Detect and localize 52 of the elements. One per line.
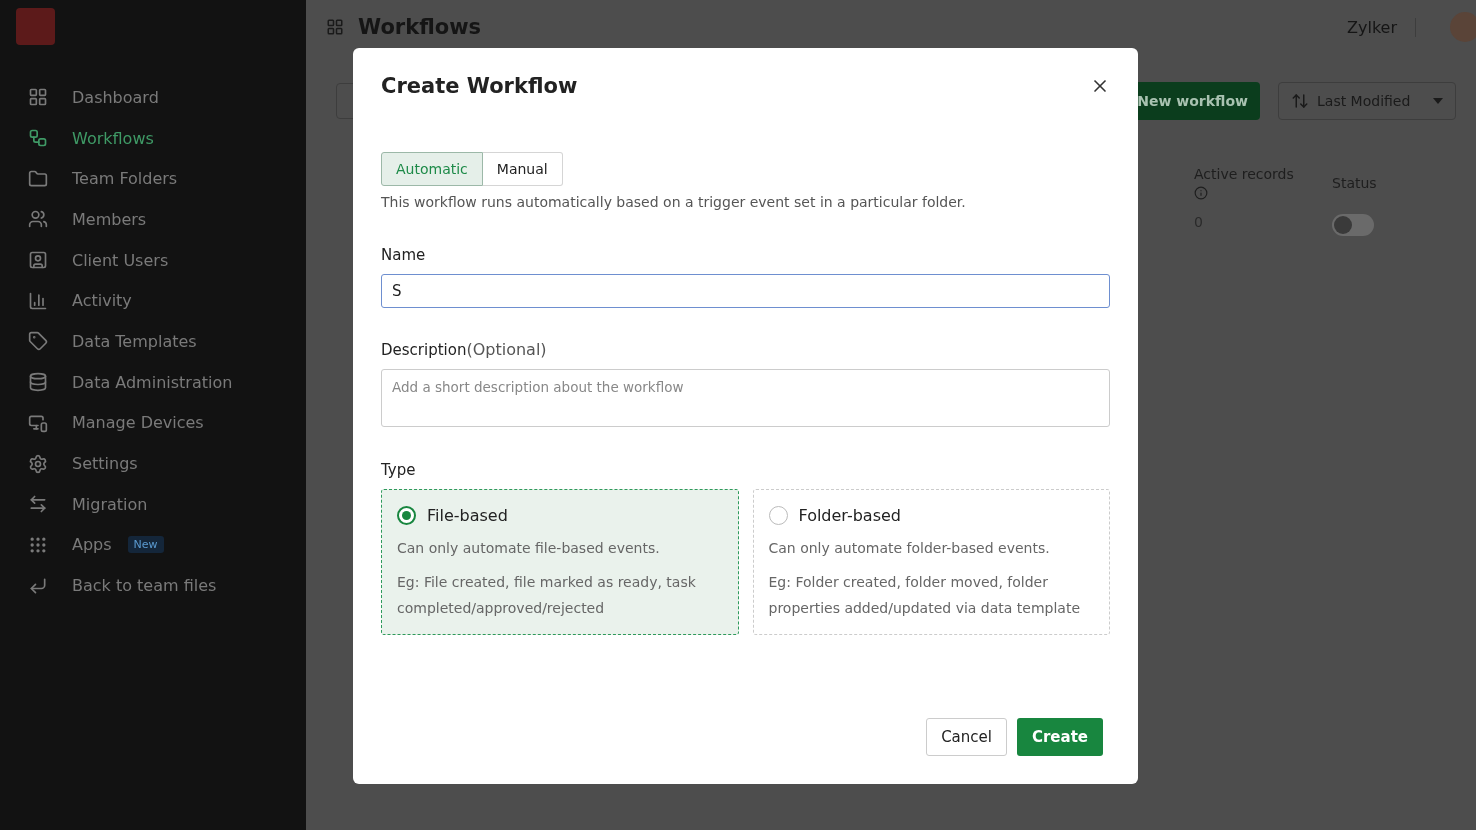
mode-tab[interactable]: Automatic	[381, 152, 483, 186]
sidebar-item[interactable]: Workflows	[16, 117, 306, 159]
dialog-title: Create Workflow	[381, 74, 578, 98]
sidebar-item[interactable]: Dashboard	[16, 77, 306, 118]
folder-icon	[28, 168, 48, 189]
create-button[interactable]: Create	[1016, 718, 1103, 756]
type-option-card[interactable]: Folder-based Can only automate folder-based events. Eg: Folder created, folder moved, folder properties added/updated via data template	[752, 489, 1110, 635]
mode-tab[interactable]: Manual	[482, 152, 563, 186]
description-field[interactable]: Add a short description about the workflow	[381, 369, 1110, 427]
sidebar-item[interactable]: Migration	[16, 483, 306, 525]
option-summary: Can only automate folder-based events.	[768, 539, 1051, 558]
tag-icon	[28, 331, 48, 352]
sidebar-item[interactable]: Data Templates	[16, 321, 306, 362]
info-icon	[1194, 186, 1208, 200]
option-summary: Can only automate file-based events.	[397, 539, 661, 558]
option-example: Eg: File created, file marked as ready, task completed/approved/rejected	[397, 573, 697, 618]
field-label: Name	[381, 246, 427, 264]
mode-hint: This workflow runs automatically based on a trigger event set in a particular folder.	[381, 194, 967, 210]
sidebar-item[interactable]: Activity	[16, 280, 306, 322]
sidebar-item[interactable]: Members	[16, 199, 306, 240]
arrows-icon	[28, 494, 48, 515]
grid-icon	[326, 18, 344, 36]
sidebar-item[interactable]: Apps New	[16, 524, 306, 566]
page-title: Workflows	[358, 15, 483, 39]
sidebar-item[interactable]: Client Users	[16, 239, 306, 281]
users-icon	[28, 209, 48, 230]
sidebar-item[interactable]: Back to team files	[16, 565, 306, 606]
sidebar-item[interactable]: Team Folders	[16, 158, 306, 200]
settings-icon	[28, 453, 48, 474]
workflow-icon	[28, 128, 48, 149]
sort-icon	[1291, 92, 1309, 110]
new-badge: New	[127, 536, 164, 554]
status-toggle[interactable]	[1332, 214, 1374, 236]
grid-icon	[28, 87, 48, 108]
sidebar-item[interactable]: Settings	[16, 443, 306, 484]
option-example: Eg: Folder created, folder moved, folder properties added/updated via data template	[768, 573, 1081, 618]
optional-note: (Optional)	[466, 340, 547, 359]
logo	[16, 8, 55, 45]
field-label: Type	[381, 461, 417, 479]
sidebar-item[interactable]: Data Administration	[16, 361, 306, 403]
cancel-button[interactable]: Cancel	[926, 718, 1007, 756]
chart-icon	[28, 290, 48, 311]
option-title: Folder-based	[798, 506, 901, 525]
option-title: File-based	[427, 506, 508, 525]
radio-button[interactable]	[768, 506, 788, 525]
sidebar-item[interactable]: Manage Devices	[16, 402, 306, 444]
radio-button[interactable]	[397, 506, 416, 525]
name-field[interactable]: S	[381, 274, 1110, 308]
field-label: Description	[381, 341, 467, 359]
user-card-icon	[28, 250, 48, 271]
type-option-card[interactable]: File-based Can only automate file-based events. Eg: File created, file marked as ready, task completed/approved/rejected	[381, 489, 739, 635]
database-icon	[28, 372, 48, 393]
